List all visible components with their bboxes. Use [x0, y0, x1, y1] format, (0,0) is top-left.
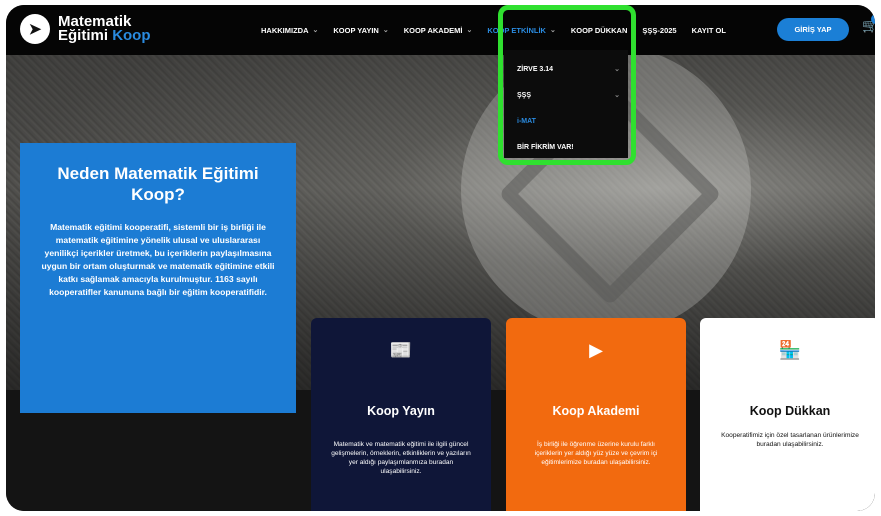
video-icon: ▶ — [589, 340, 603, 360]
card-title: Koop Akademi — [552, 404, 640, 418]
dropdown-label: i-MAT — [517, 117, 536, 125]
card-koop-yayin[interactable]: 📰 Koop Yayın Matematik ve matematik eğit… — [311, 318, 491, 511]
site-header: ➤ Matematik Eğitimi Koop HAKKIMIZDA ⌄ KOO… — [6, 5, 875, 55]
card-koop-dukkan[interactable]: 🏪 Koop Dükkan Kooperatifimiz için özel t… — [700, 318, 875, 511]
card-desc: Kooperatifimiz için özel tasarlanan ürün… — [721, 432, 859, 448]
nav-label: KOOP YAYIN — [333, 25, 379, 35]
dropdown-label: ZİRVE 3.14 — [517, 65, 554, 73]
nav-label: KOOP ETKİNLİK — [487, 25, 546, 35]
brand-logo[interactable]: ➤ Matematik Eğitimi Koop — [20, 14, 151, 44]
dropdown-item-sss[interactable]: ŞŞŞ ⌄ — [504, 82, 628, 108]
brand-line2: Eğitimi Koop — [58, 27, 151, 44]
dropdown-item-bir-fikrim-var[interactable]: BİR FİKRİM VAR! — [504, 134, 628, 160]
news-icon: 📰 — [389, 340, 413, 360]
nav-label: KOOP DÜKKAN — [570, 25, 628, 35]
cart-count-badge: 0 — [871, 14, 875, 24]
login-button[interactable]: GİRİŞ YAP — [777, 18, 849, 41]
card-koop-akademi[interactable]: ▶ Koop Akademi İş birliği ile öğrenme üz… — [506, 318, 686, 511]
nav-koop-yayin[interactable]: KOOP YAYIN ⌄ — [333, 26, 388, 35]
nav-hakkimizda[interactable]: HAKKIMIZDA ⌄ — [261, 26, 318, 35]
nav-koop-etkinlik[interactable]: KOOP ETKİNLİK ⌄ — [487, 26, 556, 35]
chevron-down-icon: ⌄ — [466, 27, 473, 34]
dropdown-item-imat[interactable]: i-MAT — [504, 108, 628, 134]
card-title: Koop Dükkan — [749, 404, 831, 418]
logo-icon: ➤ — [20, 14, 50, 44]
brand-koop: Koop — [112, 27, 151, 44]
card-desc: İş birliği ile öğrenme üzerine kurulu fa… — [534, 441, 658, 466]
brand-line2-a: Eğitimi — [58, 27, 109, 44]
why-title: Neden Matematik Eğitimi Koop? — [57, 164, 259, 204]
store-icon: 🏪 — [778, 340, 802, 360]
brand-text: Matematik Eğitimi Koop — [58, 14, 151, 44]
nav-label: KAYIT OL — [691, 25, 726, 35]
chevron-down-icon: ⌄ — [549, 27, 556, 34]
nav-kayit-ol[interactable]: KAYIT OL — [692, 26, 726, 35]
nav-label: HAKKIMIZDA — [261, 25, 309, 35]
dropdown-label: BİR FİKRİM VAR! — [517, 143, 574, 151]
chevron-down-icon: ⌄ — [614, 92, 620, 99]
chevron-down-icon: ⌄ — [312, 27, 319, 34]
why-body: Matematik eğitimi kooperatifi, sistemli … — [41, 222, 275, 297]
dropdown-item-zirve[interactable]: ZİRVE 3.14 ⌄ — [504, 56, 628, 82]
chevron-down-icon: ⌄ — [382, 27, 389, 34]
etkinlik-dropdown: ZİRVE 3.14 ⌄ ŞŞŞ ⌄ i-MAT BİR FİKRİM VAR! — [504, 50, 628, 158]
chevron-down-icon: ⌄ — [614, 66, 620, 73]
page-frame: ➤ Matematik Eğitimi Koop HAKKIMIZDA ⌄ KOO… — [6, 5, 875, 511]
card-title: Koop Yayın — [367, 404, 435, 418]
nav-label: ŞŞŞ-2025 — [642, 25, 677, 35]
nav-sss-2025[interactable]: ŞŞŞ-2025 — [642, 26, 676, 35]
nav-koop-akademi[interactable]: KOOP AKADEMİ ⌄ — [404, 26, 473, 35]
dropdown-label: ŞŞŞ — [517, 91, 532, 99]
nav-koop-dukkan[interactable]: KOOP DÜKKAN — [571, 26, 628, 35]
why-box: Neden Matematik Eğitimi Koop? Matematik … — [20, 143, 296, 413]
card-desc: Matematik ve matematik eğitimi ile ilgil… — [331, 441, 471, 475]
main-nav: HAKKIMIZDA ⌄ KOOP YAYIN ⌄ KOOP AKADEMİ ⌄ KO… — [261, 5, 741, 55]
nav-label: KOOP AKADEMİ — [403, 25, 463, 35]
